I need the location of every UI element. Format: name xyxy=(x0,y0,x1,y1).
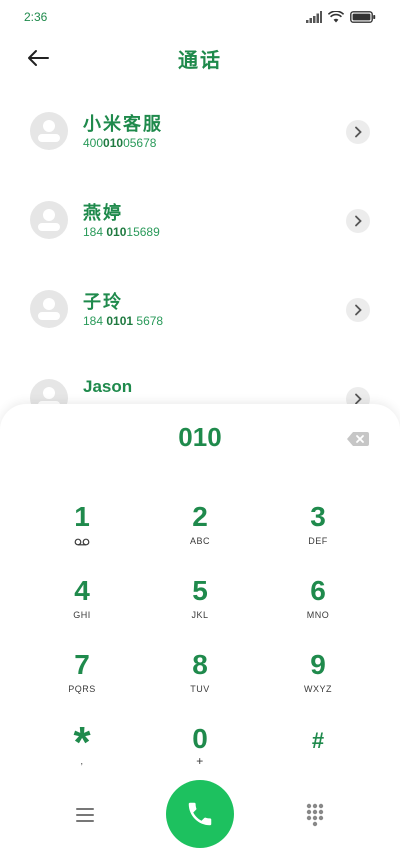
key-letters: + xyxy=(196,754,204,768)
key-letters: ABC xyxy=(189,536,210,546)
contact-item[interactable]: 小米客服 40001005678 xyxy=(0,86,400,175)
contact-number: 40001005678 xyxy=(83,136,157,150)
key-9[interactable]: 9 WXYZ xyxy=(259,642,377,716)
key-digit: 6 xyxy=(310,575,326,606)
status-time: 2:36 xyxy=(24,10,48,24)
contact-item[interactable]: 燕婷 184 01015689 xyxy=(0,175,400,264)
key-digit: * xyxy=(73,718,91,767)
contact-detail-button[interactable] xyxy=(346,209,370,233)
wifi-icon xyxy=(328,11,344,23)
contact-detail-button[interactable] xyxy=(346,298,370,322)
status-icons xyxy=(306,11,376,23)
key-digit: 0 xyxy=(192,723,208,754)
keypad-toggle-button[interactable] xyxy=(304,802,326,828)
key-2[interactable]: 2 ABC xyxy=(141,494,259,568)
dial-input[interactable]: 010 xyxy=(0,422,400,453)
key-hash[interactable]: # xyxy=(259,716,377,790)
menu-button[interactable] xyxy=(74,804,96,826)
backspace-button[interactable] xyxy=(346,430,370,448)
key-digit: 1 xyxy=(74,501,90,532)
key-letters: JKL xyxy=(191,610,209,620)
backspace-icon xyxy=(347,432,369,446)
key-letters: MNO xyxy=(306,610,330,620)
key-letters: , xyxy=(80,756,84,766)
page-title: 通话 xyxy=(178,48,222,72)
contact-list: 小米客服 40001005678 燕婷 184 01015689 子玲 184 … xyxy=(0,86,400,442)
chevron-right-icon xyxy=(355,215,362,227)
battery-icon xyxy=(350,11,376,23)
key-letters: PQRS xyxy=(68,684,96,694)
header: 通话 xyxy=(0,36,400,80)
status-bar: 2:36 xyxy=(0,0,400,34)
key-letters: GHI xyxy=(73,610,91,620)
key-digit: 5 xyxy=(192,575,208,606)
key-letters: DEF xyxy=(308,536,328,546)
key-8[interactable]: 8 TUV xyxy=(141,642,259,716)
key-4[interactable]: 4 GHI xyxy=(23,568,141,642)
keypad: 1 2 ABC 3 DEF 4 GHI 5 JKL 6 MNO 7 PQRS 8… xyxy=(23,494,377,790)
dialer-panel: 010 1 2 ABC 3 DEF 4 GHI 5 JKL 6 MNO 7 PQ… xyxy=(0,404,400,866)
key-digit: # xyxy=(311,728,325,753)
contact-number: 184 0101 5678 xyxy=(83,314,164,328)
signal-icon xyxy=(306,11,322,23)
contact-number: 184 01015689 xyxy=(83,225,160,239)
dialer-bottom-bar xyxy=(0,780,400,850)
call-button[interactable] xyxy=(166,780,234,848)
avatar xyxy=(30,112,68,150)
contact-name: 小米客服 xyxy=(83,114,163,135)
key-1[interactable]: 1 xyxy=(23,494,141,568)
contact-name: 燕婷 xyxy=(83,203,123,224)
key-letters: WXYZ xyxy=(304,684,332,694)
key-3[interactable]: 3 DEF xyxy=(259,494,377,568)
key-digit: 8 xyxy=(192,649,208,680)
voicemail-icon xyxy=(74,538,90,546)
avatar xyxy=(30,201,68,239)
key-7[interactable]: 7 PQRS xyxy=(23,642,141,716)
key-6[interactable]: 6 MNO xyxy=(259,568,377,642)
chevron-right-icon xyxy=(355,126,362,138)
hamburger-icon xyxy=(76,808,94,822)
key-5[interactable]: 5 JKL xyxy=(141,568,259,642)
phone-icon xyxy=(188,802,212,826)
key-digit: 4 xyxy=(74,575,90,606)
key-digit: 7 xyxy=(74,649,90,680)
chevron-right-icon xyxy=(355,304,362,316)
contact-name: Jason xyxy=(83,377,133,396)
contact-name: 子玲 xyxy=(83,292,123,313)
contact-item[interactable]: 子玲 184 0101 5678 xyxy=(0,264,400,353)
key-digit: 2 xyxy=(192,501,208,532)
dialpad-icon xyxy=(306,803,324,827)
key-star[interactable]: * , xyxy=(23,716,141,790)
key-letters: TUV xyxy=(190,684,210,694)
key-digit: 9 xyxy=(310,649,326,680)
avatar xyxy=(30,290,68,328)
contact-detail-button[interactable] xyxy=(346,120,370,144)
key-digit: 3 xyxy=(310,501,326,532)
key-0[interactable]: 0 + xyxy=(141,716,259,790)
